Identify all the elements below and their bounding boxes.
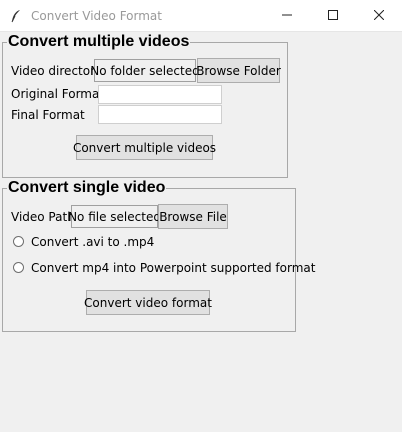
maximize-icon xyxy=(328,9,338,23)
convert-single-title: Convert single video xyxy=(7,179,167,197)
final-format-input[interactable] xyxy=(98,105,222,124)
convert-multiple-button[interactable]: Convert multiple videos xyxy=(73,135,216,160)
file-status: No file selected xyxy=(68,205,161,228)
folder-status: No folder selected xyxy=(90,59,200,82)
close-icon xyxy=(373,9,385,23)
final-format-label: Final Format xyxy=(11,108,85,122)
radio-avi-to-mp4-label[interactable]: Convert .avi to .mp4 xyxy=(31,235,154,249)
minimize-button[interactable] xyxy=(264,0,310,31)
window-title: Convert Video Format xyxy=(31,8,162,23)
video-path-label: Video Path xyxy=(11,210,75,224)
minimize-icon xyxy=(282,9,292,23)
browse-folder-button[interactable]: Browse Folder xyxy=(196,58,281,83)
feather-icon xyxy=(8,8,24,24)
maximize-button[interactable] xyxy=(310,0,356,31)
radio-mp4-to-powerpoint[interactable] xyxy=(13,262,24,273)
convert-video-format-button[interactable]: Convert video format xyxy=(84,290,212,315)
convert-multiple-title: Convert multiple videos xyxy=(7,33,191,51)
title-bar: Convert Video Format xyxy=(0,0,402,32)
radio-mp4-to-powerpoint-label[interactable]: Convert mp4 into Powerpoint supported fo… xyxy=(31,261,315,275)
original-format-input[interactable] xyxy=(98,85,222,104)
radio-avi-to-mp4[interactable] xyxy=(13,236,24,247)
original-format-label: Original Format xyxy=(11,87,105,101)
close-button[interactable] xyxy=(356,0,402,31)
browse-file-button[interactable]: Browse File xyxy=(158,204,228,229)
video-directory-label: Video directory xyxy=(11,64,103,78)
